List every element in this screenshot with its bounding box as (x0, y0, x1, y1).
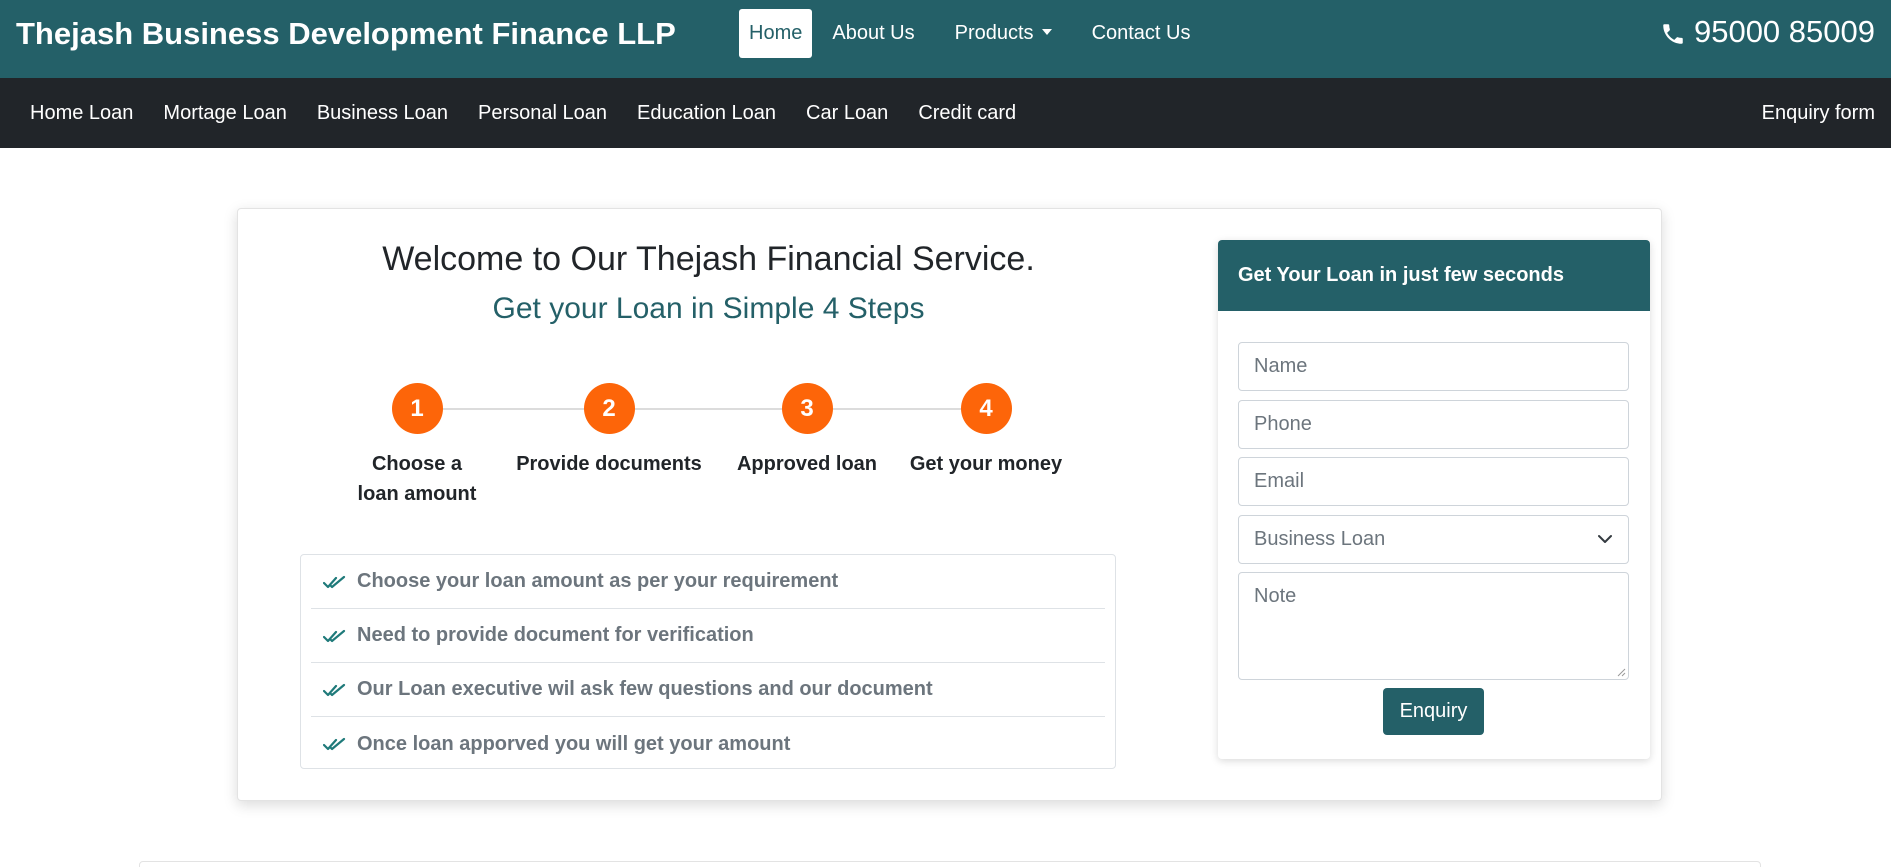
step-number: 2 (583, 383, 635, 434)
chevron-down-icon (1598, 535, 1612, 543)
step-label: Provide documents (516, 453, 702, 475)
loan-type-value: Business Loan (1254, 528, 1386, 550)
step-2: 2 Provide documents (514, 383, 704, 479)
loan-nav-education-loan[interactable]: Education Loan (622, 102, 791, 125)
nav-about-us[interactable]: About Us (822, 9, 924, 58)
list-item-text: Once loan apporved you will get your amo… (357, 732, 791, 755)
nav-contact-us[interactable]: Contact Us (1082, 9, 1201, 58)
welcome-title: Welcome to Our Thejash Financial Service… (382, 240, 1035, 278)
step-3: 3 Approved loan (712, 383, 902, 479)
caret-down-icon (1041, 29, 1052, 36)
nav-products-label: Products (954, 22, 1034, 44)
loan-nav-credit-card[interactable]: Credit card (903, 102, 1031, 125)
top-header: Thejash Business Development Finance LLP… (0, 0, 1891, 78)
step-label: Approved loan (736, 453, 877, 475)
loan-nav-business-loan[interactable]: Business Loan (302, 102, 463, 125)
step-label: Choose a loan amount (357, 453, 477, 505)
step-number: 4 (960, 383, 1012, 434)
double-check-icon (323, 683, 346, 696)
phone-icon (1663, 24, 1683, 44)
main-nav: Home About Us Products Contact Us (739, 9, 1201, 58)
brand-name[interactable]: Thejash Business Development Finance LLP (16, 16, 676, 52)
nav-home[interactable]: Home (739, 9, 813, 58)
enquiry-form-link[interactable]: Enquiry form (1762, 78, 1875, 148)
list-item-text: Need to provide document for verificatio… (357, 624, 754, 646)
note-placeholder: Note (1254, 585, 1297, 607)
email-field[interactable]: Email (1238, 457, 1629, 506)
step-number: 1 (391, 383, 443, 434)
step-4: 4 Get your money (891, 383, 1081, 479)
enquiry-button[interactable]: Enquiry (1383, 688, 1484, 735)
step-1: 1 Choose a loan amount (322, 383, 512, 509)
step-label: Get your money (909, 453, 1063, 475)
phone-field[interactable]: Phone (1238, 400, 1629, 449)
next-section-card (139, 861, 1761, 867)
phone-contact[interactable]: 95000 85009 (1660, 14, 1875, 50)
double-check-icon (323, 575, 346, 588)
list-item-text: Choose your loan amount as per your requ… (357, 570, 839, 592)
list-item-text: Our Loan executive wil ask few questions… (357, 678, 933, 700)
double-check-icon (323, 737, 346, 751)
step-number: 3 (781, 383, 833, 434)
list-item: Need to provide document for verificatio… (311, 609, 1105, 663)
enquiry-form: Get Your Loan in just few seconds Name P… (1218, 240, 1650, 759)
resize-grip-icon[interactable] (1616, 667, 1626, 677)
hero-card: Welcome to Our Thejash Financial Service… (237, 208, 1662, 801)
loan-nav-mortage-loan[interactable]: Mortage Loan (148, 102, 301, 125)
name-field[interactable]: Name (1238, 342, 1629, 391)
form-title: Get Your Loan in just few seconds (1218, 240, 1650, 311)
phone-number: 95000 85009 (1693, 14, 1875, 49)
loan-nav-home-loan[interactable]: Home Loan (15, 102, 148, 125)
steps-subtitle: Get your Loan in Simple 4 Steps (492, 292, 925, 325)
loan-nav-personal-loan[interactable]: Personal Loan (463, 102, 622, 125)
loan-checklist: Choose your loan amount as per your requ… (300, 554, 1116, 769)
note-textarea[interactable]: Note (1238, 572, 1629, 680)
loan-type-select[interactable]: Business Loan (1238, 515, 1629, 564)
double-check-icon (323, 629, 346, 642)
loan-nav-car-loan[interactable]: Car Loan (791, 102, 903, 125)
list-item: Our Loan executive wil ask few questions… (311, 663, 1105, 717)
loan-nav: Home Loan Mortage Loan Business Loan Per… (0, 78, 1891, 148)
list-item: Once loan apporved you will get your amo… (311, 717, 1105, 771)
nav-products[interactable]: Products (945, 9, 1062, 58)
list-item: Choose your loan amount as per your requ… (311, 555, 1105, 609)
